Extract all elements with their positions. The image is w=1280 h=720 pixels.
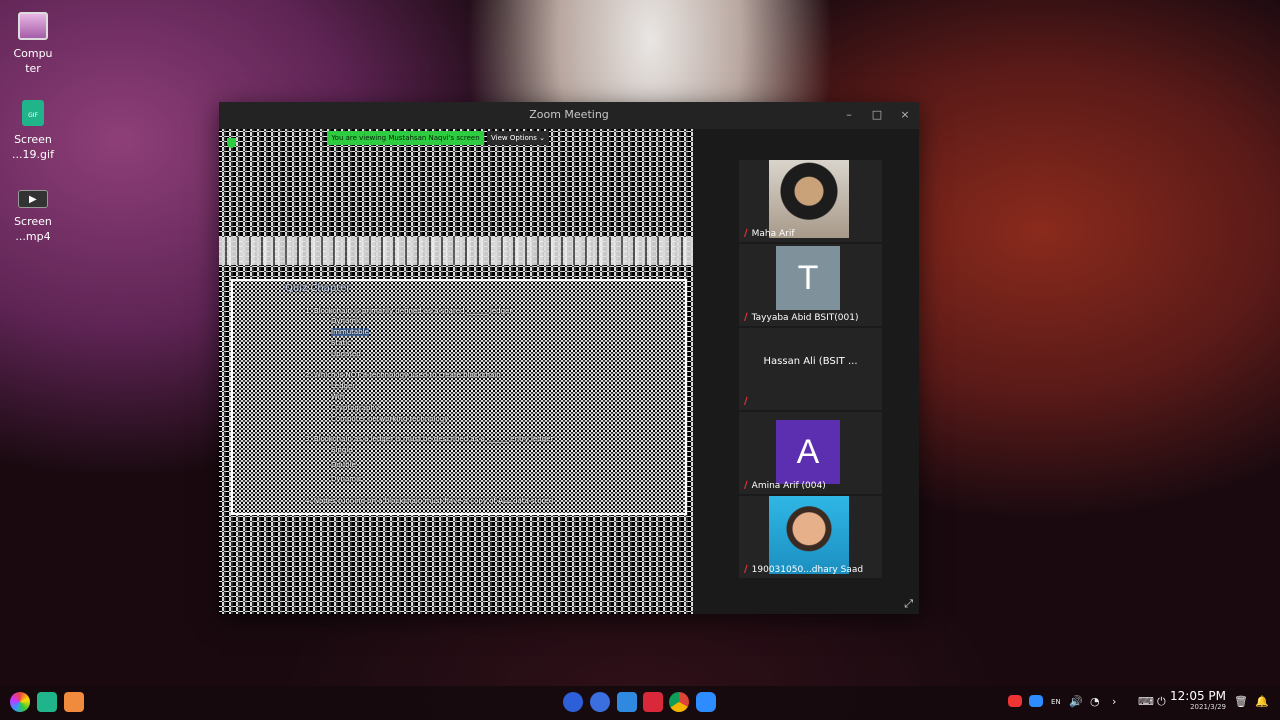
- participant-tile[interactable]: ∕ 190031050...dhary Saad: [739, 496, 882, 578]
- quiz-question: 1. Blockchain is primarily defined as a …: [305, 307, 513, 315]
- participant-tile[interactable]: ∕ Maha Arif: [739, 160, 882, 242]
- zoom-app-icon[interactable]: [696, 692, 716, 712]
- participant-name-row: ∕: [744, 396, 748, 407]
- participant-name: Amina Arif (004): [751, 480, 826, 491]
- participant-avatar: T: [776, 246, 840, 310]
- taskbar: EN 🔊 ◔ › ⌨ ⏻ 12:05 PM 2021/3/29 🗑 🔔: [0, 686, 1280, 720]
- participants-panel: ∕ Maha Arif T ∕ Tayyaba Abid BSIT(001) H…: [693, 129, 919, 614]
- settings-gear-icon[interactable]: [590, 692, 610, 712]
- desktop-icon-label: Screen ...19.gif: [12, 133, 54, 161]
- screen-share-banner: You are viewing Mustahsan Naqvi's screen: [327, 131, 484, 145]
- desktop-icon-label: Compu ter: [13, 47, 53, 75]
- trash-icon[interactable]: 🗑: [1234, 695, 1248, 708]
- clock-date: 2021/3/29: [1190, 703, 1226, 711]
- security-shield-icon: [227, 138, 236, 148]
- computer-icon: [18, 12, 48, 40]
- desktop-icon-computer[interactable]: Compu ter: [0, 12, 66, 76]
- participant-avatar: A: [776, 420, 840, 484]
- taskbar-clock[interactable]: 12:05 PM 2021/3/29: [1170, 689, 1226, 711]
- participant-name-row: ∕ Maha Arif: [744, 228, 795, 239]
- muted-mic-icon: ∕: [744, 312, 748, 323]
- participant-video-photo: [769, 496, 849, 574]
- view-options-button[interactable]: View Options ⌄: [487, 131, 549, 145]
- participant-video-photo: [769, 160, 849, 238]
- zoom-tray-icon[interactable]: [1029, 695, 1043, 707]
- document-title: Quiz Chapter: [285, 283, 351, 294]
- quiz-option: Updated: [331, 350, 361, 358]
- participant-tile[interactable]: Hassan Ali (BSIT ... ∕: [739, 328, 882, 410]
- desktop-icon-video[interactable]: Screen ...mp4: [0, 184, 66, 244]
- close-button[interactable]: ×: [895, 106, 915, 124]
- wifi-icon[interactable]: ◔: [1090, 695, 1100, 708]
- shared-browser-toolbar: [219, 237, 693, 265]
- notification-bell-icon[interactable]: 🔔: [1255, 695, 1269, 708]
- muted-mic-icon: ∕: [744, 564, 748, 575]
- participant-name-row: ∕ Amina Arif (004): [744, 480, 826, 491]
- fullscreen-icon[interactable]: ⤢: [904, 597, 913, 611]
- quiz-option: Computer networking technology: [331, 415, 449, 423]
- quiz-option: Static: [331, 339, 352, 347]
- clock-time: 12:05 PM: [1170, 689, 1226, 703]
- participant-name: Maha Arif: [751, 228, 795, 239]
- participant-name: Tayyaba Abid BSIT(001): [751, 312, 859, 323]
- power-icon[interactable]: ⏻: [1157, 695, 1166, 709]
- muted-mic-icon: ∕: [744, 228, 748, 239]
- participant-name-row: ∕ 190031050...dhary Saad: [744, 564, 863, 575]
- muted-mic-icon: ∕: [744, 396, 748, 407]
- quiz-option: Single: [331, 446, 353, 454]
- quiz-question: 2. Which is NOT a technology used to cre…: [305, 371, 501, 379]
- participant-tile[interactable]: T ∕ Tayyaba Abid BSIT(001): [739, 244, 882, 326]
- multitask-icon[interactable]: [37, 692, 57, 712]
- muted-mic-icon: ∕: [744, 480, 748, 491]
- app-store-icon[interactable]: [617, 692, 637, 712]
- quiz-option: Wifi: [331, 393, 345, 401]
- app-launcher-icon[interactable]: [563, 692, 583, 712]
- quiz-question: 4. Nodes running on a blockchain must ha…: [305, 497, 554, 505]
- desktop-icon-gif[interactable]: Screen ...19.gif: [0, 100, 66, 162]
- participant-name: Hassan Ali (BSIT ...: [763, 356, 858, 367]
- terminal-icon[interactable]: [643, 692, 663, 712]
- window-title: Zoom Meeting: [529, 108, 609, 121]
- screen-record-icon[interactable]: [1008, 695, 1022, 707]
- gif-file-icon: [22, 100, 44, 126]
- keyboard-icon[interactable]: ⌨: [1138, 695, 1154, 708]
- quiz-option: Cryptography: [331, 404, 380, 412]
- quiz-option: Dynamic: [331, 317, 362, 325]
- quiz-option: Dynamic: [331, 475, 362, 483]
- video-file-icon: [18, 190, 48, 208]
- volume-icon[interactable]: 🔊: [1069, 695, 1083, 708]
- zoom-meeting-window: Zoom Meeting – □ × You are viewing Musta…: [219, 102, 919, 614]
- participant-name: 190031050...dhary Saad: [751, 564, 864, 575]
- participant-name-row: ∕ Tayyaba Abid BSIT(001): [744, 312, 858, 323]
- shared-screen-view[interactable]: You are viewing Mustahsan Naqvi's screen…: [219, 129, 693, 614]
- desktop-icon-label: Screen ...mp4: [14, 215, 52, 243]
- chrome-browser-icon[interactable]: [669, 692, 689, 712]
- participant-tile[interactable]: A ∕ Amina Arif (004): [739, 412, 882, 494]
- quiz-option: Double: [331, 461, 356, 469]
- quiz-option: Ledger: [331, 382, 356, 390]
- workspace-icon[interactable]: [64, 692, 84, 712]
- launcher-icon[interactable]: [10, 692, 30, 712]
- window-titlebar[interactable]: Zoom Meeting – □ ×: [219, 102, 919, 129]
- quiz-option: Immutable: [331, 328, 369, 336]
- language-indicator[interactable]: EN: [1051, 698, 1061, 706]
- maximize-button[interactable]: □: [867, 106, 887, 124]
- shared-document-page: Quiz Chapter 1. Blockchain is primarily …: [231, 279, 687, 515]
- chevron-right-icon[interactable]: ›: [1112, 695, 1116, 708]
- minimize-button[interactable]: –: [839, 106, 859, 124]
- quiz-question: 3. Blockchain as a ledger is must be des…: [305, 435, 554, 443]
